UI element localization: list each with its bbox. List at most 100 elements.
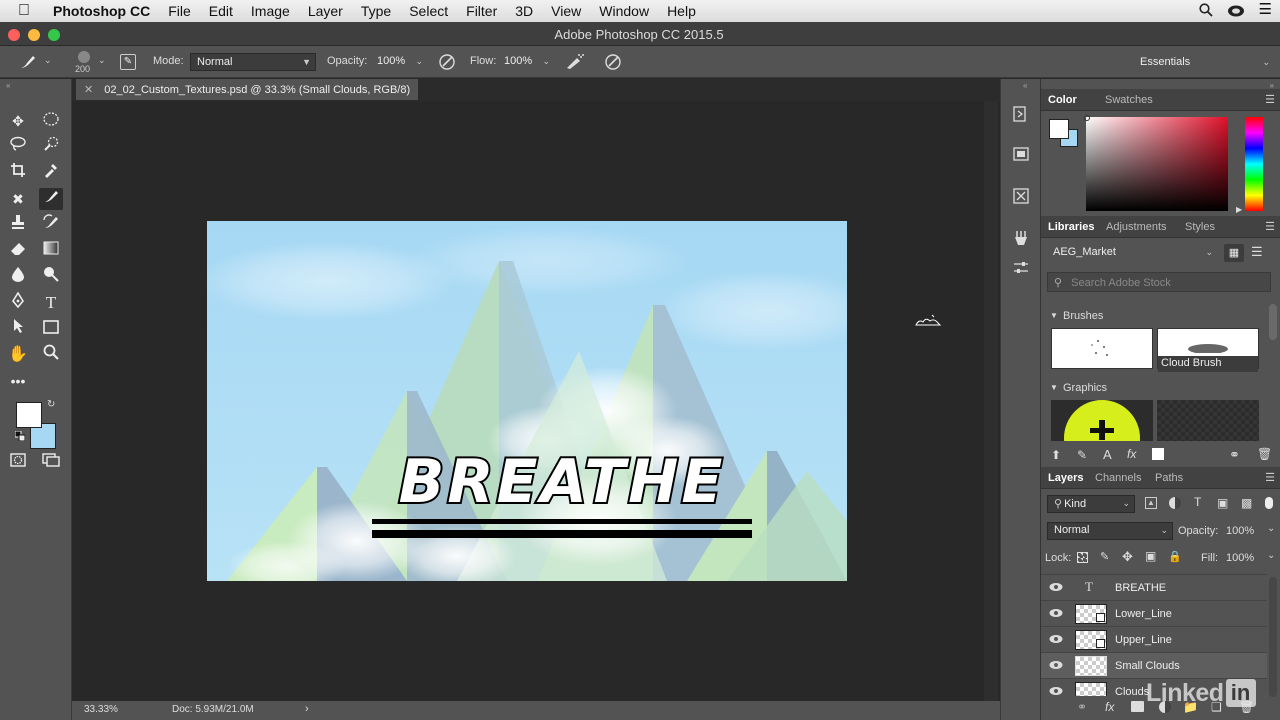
creative-cloud-icon[interactable]	[1227, 3, 1245, 20]
graphics-disclosure-icon[interactable]: ▼	[1050, 383, 1058, 392]
status-menu-arrow-icon[interactable]: ›	[305, 703, 309, 715]
layer-row-breathe[interactable]: T BREATHE	[1041, 575, 1267, 601]
library-brush-item[interactable]	[1051, 328, 1153, 369]
tab-layers[interactable]: Layers	[1048, 472, 1083, 484]
libraries-panel-menu-icon[interactable]: ☰	[1265, 220, 1275, 233]
library-select[interactable]: AEG_Market ⌄	[1047, 243, 1215, 263]
crop-tool-icon[interactable]	[6, 162, 30, 184]
menu-type[interactable]: Type	[352, 3, 400, 19]
filter-pixel-icon[interactable]: ▲	[1145, 497, 1157, 509]
brush-presets-panel-icon[interactable]	[1010, 229, 1032, 251]
collapse-dock-icon[interactable]: «	[1023, 81, 1027, 90]
quick-mask-icon[interactable]	[6, 451, 30, 473]
tab-paths[interactable]: Paths	[1155, 472, 1183, 484]
flow-field[interactable]: 100% ⌄	[498, 53, 554, 71]
libraries-panel-icon[interactable]	[1010, 187, 1032, 209]
tab-swatches[interactable]: Swatches	[1105, 94, 1153, 106]
color-panel-menu-icon[interactable]: ☰	[1265, 93, 1275, 106]
blend-mode-select[interactable]: Normal ⌄	[1047, 522, 1173, 540]
menu-image[interactable]: Image	[242, 3, 299, 19]
add-layer-style-icon[interactable]: fx	[1127, 447, 1136, 461]
clone-stamp-tool-icon[interactable]	[6, 214, 30, 236]
add-layer-style-icon[interactable]: fx	[1105, 700, 1114, 714]
pen-tool-icon[interactable]	[6, 291, 30, 314]
hand-tool-icon[interactable]: ✋	[6, 344, 30, 366]
quick-selection-tool-icon[interactable]	[39, 136, 63, 158]
brush-picker-dropdown-icon[interactable]: ⌄	[98, 55, 106, 66]
adjustments-panel-icon[interactable]	[1010, 259, 1032, 281]
brush-panel-toggle-icon[interactable]: ✎	[120, 54, 136, 70]
vertical-scrollbar[interactable]	[984, 101, 998, 701]
healing-brush-tool-icon[interactable]: ✖	[6, 188, 30, 210]
grid-view-icon[interactable]: ▦	[1224, 244, 1244, 262]
library-graphic-item[interactable]	[1051, 400, 1153, 441]
menu-edit[interactable]: Edit	[200, 3, 242, 19]
canvas-area[interactable]: BREATHE	[72, 101, 1000, 701]
lock-position-icon[interactable]: ✥	[1122, 549, 1133, 565]
library-graphic-item-2[interactable]	[1157, 400, 1259, 441]
layer-opacity-value[interactable]: 100%	[1226, 525, 1254, 537]
hue-slider-thumb-icon[interactable]: ▶	[1236, 205, 1242, 214]
filter-type-icon[interactable]: T	[1194, 495, 1201, 509]
upload-icon[interactable]: ⬆	[1051, 448, 1061, 462]
close-tab-icon[interactable]: ✕	[84, 84, 93, 96]
rectangle-tool-icon[interactable]	[39, 318, 63, 340]
brush-tool-icon[interactable]	[39, 188, 63, 210]
filter-adjustment-icon[interactable]	[1169, 497, 1181, 509]
list-view-icon[interactable]: ☰	[1251, 244, 1263, 260]
tab-adjustments[interactable]: Adjustments	[1106, 221, 1167, 233]
type-tool-icon[interactable]: T	[39, 292, 63, 314]
menu-filter[interactable]: Filter	[457, 3, 506, 19]
dodge-tool-icon[interactable]	[39, 266, 63, 288]
libraries-scrollbar[interactable]	[1269, 304, 1277, 340]
menu-window[interactable]: Window	[590, 3, 658, 19]
add-character-style-icon[interactable]: A	[1103, 447, 1112, 462]
path-selection-tool-icon[interactable]	[6, 318, 30, 340]
zoom-level[interactable]: 33.33%	[84, 704, 118, 715]
color-field[interactable]	[1086, 117, 1228, 211]
app-menu[interactable]: Photoshop CC	[44, 3, 159, 19]
link-layers-icon[interactable]: ⚭	[1077, 700, 1087, 714]
tab-channels[interactable]: Channels	[1095, 472, 1141, 484]
visibility-eye-icon[interactable]	[1049, 634, 1063, 646]
move-tool-icon[interactable]: ✥	[6, 110, 30, 132]
lock-all-icon[interactable]: 🔒	[1168, 550, 1182, 563]
hue-slider[interactable]	[1245, 117, 1263, 211]
apple-menu-icon[interactable]: 	[0, 2, 44, 20]
document-tab[interactable]: ✕ 02_02_Custom_Textures.psd @ 33.3% (Sma…	[76, 79, 419, 100]
layers-scrollbar[interactable]	[1269, 577, 1277, 697]
eraser-tool-icon[interactable]	[6, 240, 30, 262]
layer-filter-select[interactable]: ⚲ Kind ⌄	[1047, 495, 1135, 513]
color-fg-swatch[interactable]	[1049, 119, 1069, 139]
brushes-disclosure-icon[interactable]: ▼	[1050, 311, 1058, 320]
pressure-size-icon[interactable]	[604, 53, 622, 74]
filter-toggle-icon[interactable]	[1265, 497, 1273, 509]
notification-center-icon[interactable]: ☰	[1259, 2, 1272, 20]
screen-mode-icon[interactable]	[39, 451, 63, 473]
layers-panel-menu-icon[interactable]: ☰	[1265, 471, 1275, 484]
mode-select[interactable]: Normal ▼	[190, 53, 316, 71]
menu-3d[interactable]: 3D	[506, 3, 542, 19]
tab-color[interactable]: Color	[1048, 94, 1077, 106]
default-colors-icon[interactable]	[14, 430, 26, 442]
lock-transparent-icon[interactable]	[1077, 552, 1088, 563]
visibility-eye-icon[interactable]	[1049, 582, 1063, 594]
visibility-eye-icon[interactable]	[1049, 686, 1063, 696]
airbrush-icon[interactable]	[565, 53, 585, 74]
menu-view[interactable]: View	[542, 3, 590, 19]
marquee-tool-icon[interactable]	[39, 110, 63, 132]
brush-tool-preset-icon[interactable]	[18, 54, 38, 73]
tab-libraries[interactable]: Libraries	[1048, 221, 1094, 233]
properties-panel-icon[interactable]	[1010, 145, 1032, 167]
brush-preset-preview-icon[interactable]	[78, 51, 90, 63]
menu-file[interactable]: File	[159, 3, 200, 19]
background-color-swatch[interactable]	[16, 402, 42, 428]
gradient-tool-icon[interactable]	[39, 240, 63, 262]
layer-row-lower-line[interactable]: Lower_Line	[1041, 601, 1267, 627]
document-canvas[interactable]: BREATHE	[207, 221, 847, 581]
fill-value[interactable]: 100%	[1226, 552, 1254, 564]
visibility-eye-icon[interactable]	[1049, 608, 1063, 620]
fill-chevron-icon[interactable]: ⌄	[1267, 550, 1275, 561]
menu-layer[interactable]: Layer	[299, 3, 352, 19]
tab-styles[interactable]: Styles	[1185, 221, 1215, 233]
